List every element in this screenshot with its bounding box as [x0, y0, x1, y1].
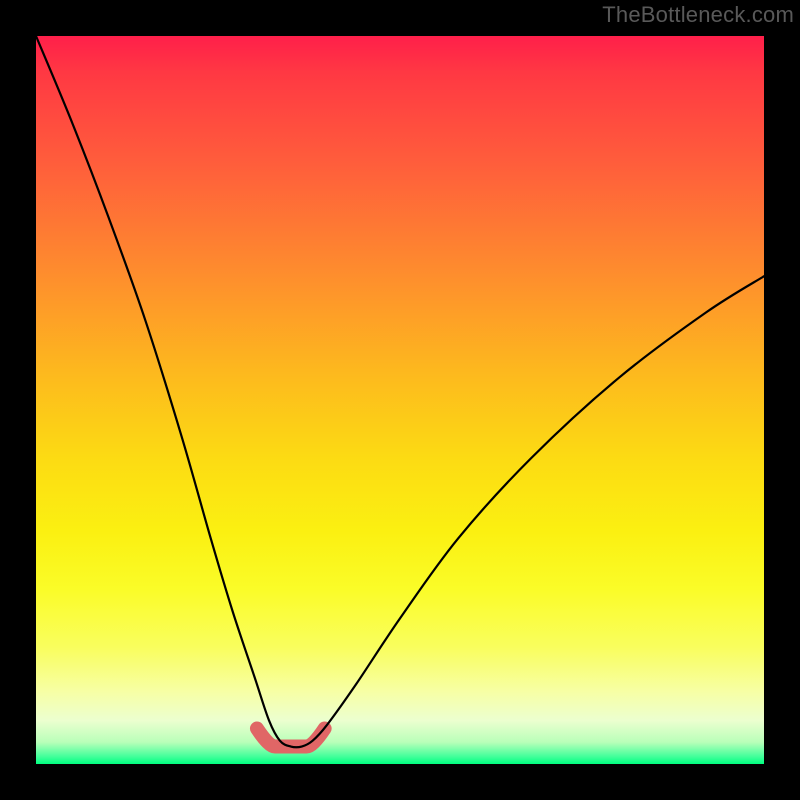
watermark-text: TheBottleneck.com: [602, 2, 794, 28]
valley-highlight: [257, 729, 325, 747]
chart-svg: [36, 36, 764, 764]
plot-area: [36, 36, 764, 764]
chart-frame: [0, 0, 800, 800]
bottleneck-curve: [36, 36, 764, 747]
